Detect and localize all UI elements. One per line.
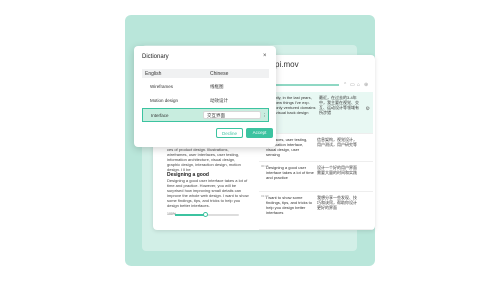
segment-chinese[interactable]: 最近，在过去的3-4年中，我主要在视觉、交互、运动设计等领域有所涉猎 bbox=[319, 95, 359, 115]
chinese-term-input[interactable]: 交互界面 bbox=[203, 111, 261, 119]
segment-english[interactable]: Designing a good user interface takes a … bbox=[266, 165, 314, 180]
dialog-title: Dictionary bbox=[142, 54, 169, 60]
zoom-slider-fill bbox=[175, 214, 205, 216]
undo-icon[interactable]: ⌃ bbox=[343, 82, 347, 88]
timeline-bar[interactable] bbox=[265, 84, 339, 86]
segment-chinese[interactable]: 设计一个好的用户界面需要大量的时间和实践 bbox=[317, 165, 357, 175]
chinese-term-value: 交互界面 bbox=[207, 113, 225, 118]
segment-english[interactable]: I want to show some findings, tips, and … bbox=[266, 195, 314, 215]
dictionary-row[interactable]: Motion design 动效设计 bbox=[142, 94, 269, 106]
zoom-slider[interactable] bbox=[175, 212, 239, 217]
column-english: English bbox=[145, 71, 162, 77]
add-icon[interactable]: ⊕ bbox=[364, 82, 368, 88]
accept-button[interactable]: Accept bbox=[246, 128, 273, 138]
dictionary-row[interactable]: Wireframes 线框图 bbox=[142, 80, 269, 92]
zoom-slider-knob[interactable] bbox=[203, 212, 208, 217]
transcript-text-2: Designing a good user interface takes a … bbox=[167, 178, 249, 208]
decline-button[interactable]: Decline bbox=[216, 128, 243, 138]
close-icon[interactable]: × bbox=[263, 53, 267, 59]
segment-row[interactable]: 00:45 Designing a good user interface ta… bbox=[259, 162, 373, 192]
transcript-text: ces of product design. Illustrations, wi… bbox=[167, 147, 241, 172]
gear-icon[interactable]: ⚙ bbox=[366, 106, 370, 112]
segment-row[interactable]: 01:00 I want to show some findings, tips… bbox=[259, 192, 373, 230]
video-file-title: pi.mov bbox=[275, 60, 299, 69]
dictionary-dialog: Dictionary × English Chinese Wireframes … bbox=[134, 46, 276, 147]
home-icon[interactable]: ⌂ bbox=[357, 82, 360, 88]
column-chinese: Chinese bbox=[210, 71, 229, 77]
term-english: Interface bbox=[151, 113, 169, 118]
caption-icon[interactable]: ▭ bbox=[350, 82, 355, 88]
term-chinese: 动效设计 bbox=[210, 98, 228, 103]
term-english: Wireframes bbox=[150, 84, 174, 89]
term-english: Motion design bbox=[150, 98, 179, 103]
more-icon[interactable]: ⋮ bbox=[262, 113, 267, 119]
dictionary-row-editing[interactable]: Interface 交互界面 ⋮ bbox=[142, 108, 269, 122]
editor-toolbar: ⌃ ▭ ⌂ ⊕ bbox=[265, 82, 373, 88]
segment-row[interactable]: 00:15 ecently, in the last years, oh, ne… bbox=[259, 92, 373, 134]
segment-chinese[interactable]: 信息架构，视觉设计，用户测试，用户研究等 bbox=[317, 137, 357, 147]
dictionary-header: English Chinese bbox=[142, 69, 269, 78]
segment-row[interactable]: 00:30 interfaces, user testing, informat… bbox=[259, 134, 373, 162]
segment-chinese[interactable]: 我想分享一些发现、技巧和诀窍，帮助你设计更好的界面 bbox=[317, 195, 357, 210]
term-chinese: 线框图 bbox=[210, 84, 224, 89]
